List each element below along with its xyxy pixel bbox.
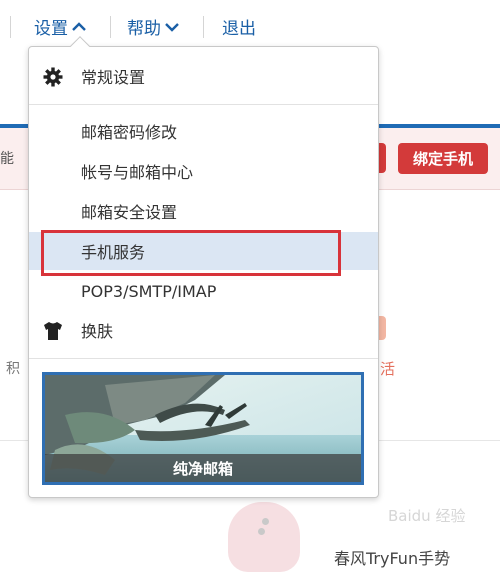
watermark: Baidu 经验 [388,507,466,525]
product-image [228,502,300,572]
menu-item-label: 邮箱安全设置 [81,203,178,222]
gear-icon [42,66,64,88]
settings-dropdown: 常规设置 邮箱密码修改 帐号与邮箱中心 邮箱安全设置 手机服务 POP3/SMT… [28,36,379,498]
tshirt-icon [42,320,64,342]
menu-item-label: 帐号与邮箱中心 [81,163,194,182]
chevron-down-icon [165,22,179,32]
help-label: 帮助 [127,19,161,39]
skin-card-label: 纯净邮箱 [45,454,361,482]
menu-item-pop3-smtp-imap[interactable]: POP3/SMTP/IMAP [29,272,378,310]
settings-menu-button[interactable]: 设置 [34,14,86,39]
menu-item-label: 常规设置 [81,68,146,87]
menu-divider [29,358,378,359]
menu-item-security[interactable]: 邮箱安全设置 [29,192,378,230]
settings-label: 设置 [34,19,68,39]
highlight-annotation [41,230,341,276]
menu-item-label: 邮箱密码修改 [81,123,178,142]
menu-item-skin[interactable]: 换肤 [29,311,378,349]
activate-link[interactable]: 活 [380,358,395,379]
product-image-detail [258,528,265,535]
menu-item-password[interactable]: 邮箱密码修改 [29,112,378,150]
skin-preview-card[interactable]: 纯净邮箱 [42,372,364,485]
nav-divider [203,16,204,38]
bind-phone-button[interactable]: 绑定手机 [398,143,488,174]
notice-text: 能 [0,151,14,167]
menu-item-label: 换肤 [81,322,114,341]
logout-link[interactable]: 退出 [222,14,256,39]
product-image-detail [262,518,269,525]
menu-item-label: POP3/SMTP/IMAP [81,281,217,301]
side-text: 积 [6,361,20,377]
activate-button[interactable] [378,316,386,340]
menu-item-general-settings[interactable]: 常规设置 [29,57,378,95]
promo-text[interactable]: 春风TryFun手势 [334,545,450,569]
nav-divider [10,16,11,38]
menu-divider [29,104,378,105]
help-menu-button[interactable]: 帮助 [127,14,179,39]
nav-divider [110,16,111,38]
chevron-up-icon [72,21,86,32]
menu-item-account-center[interactable]: 帐号与邮箱中心 [29,152,378,190]
